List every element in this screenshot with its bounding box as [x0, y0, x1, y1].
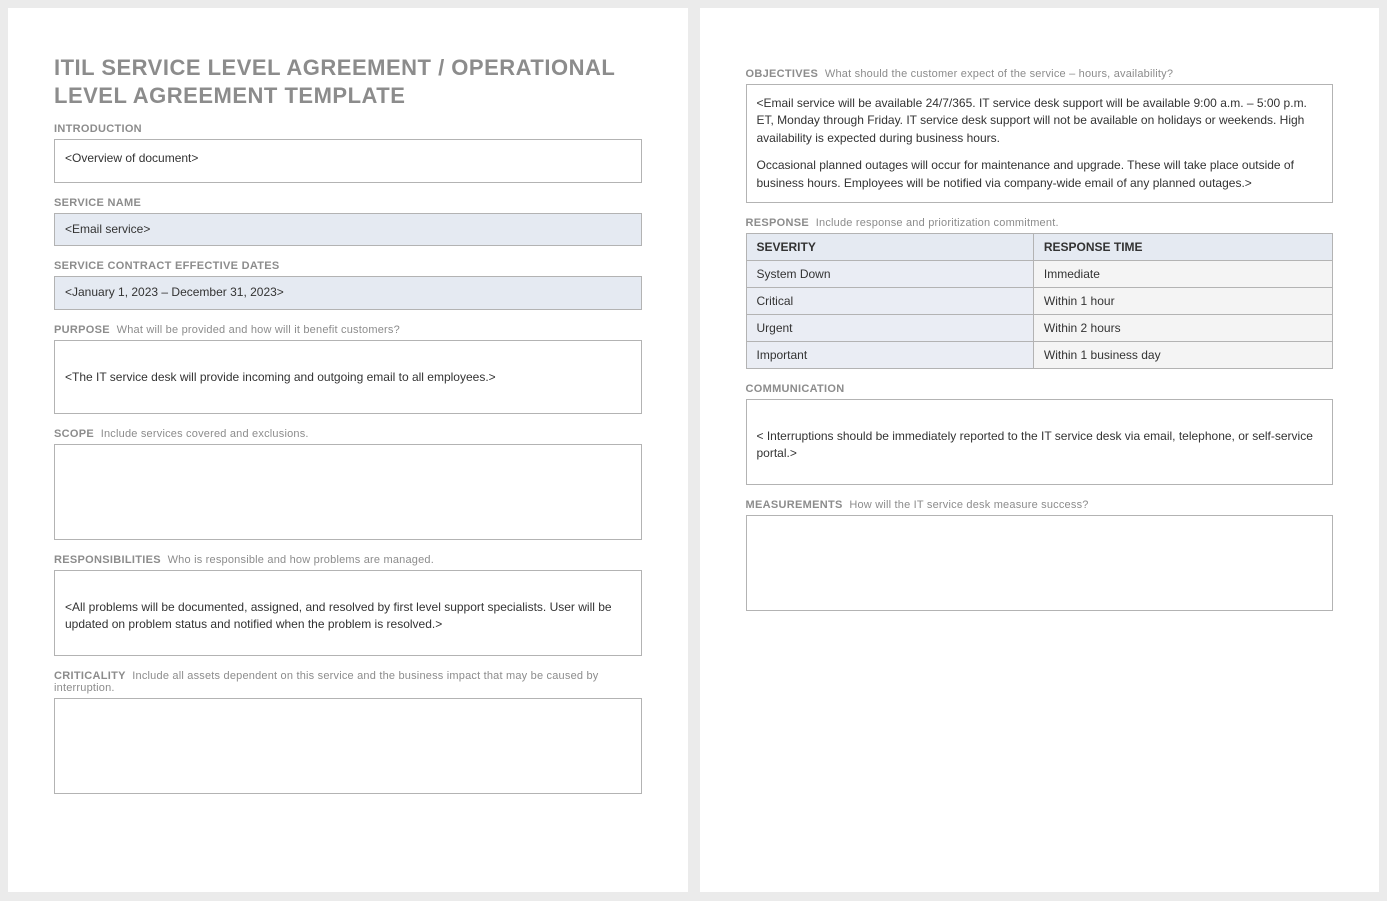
field-service-name[interactable]: <Email service>	[54, 213, 642, 246]
label-service-name: SERVICE NAME	[54, 197, 642, 209]
field-dates[interactable]: <January 1, 2023 – December 31, 2023>	[54, 276, 642, 309]
spacer	[757, 147, 1323, 157]
hint-measurements: How will the IT service desk measure suc…	[849, 499, 1088, 511]
label-objectives: OBJECTIVES What should the customer expe…	[746, 68, 1334, 80]
label-responsibilities: RESPONSIBILITIES Who is responsible and …	[54, 554, 642, 566]
cell-time: Immediate	[1033, 260, 1332, 287]
label-scope: SCOPE Include services covered and exclu…	[54, 428, 642, 440]
objectives-para2: Occasional planned outages will occur fo…	[757, 157, 1323, 192]
table-row: Urgent Within 2 hours	[746, 314, 1333, 341]
hint-scope: Include services covered and exclusions.	[101, 428, 309, 440]
label-purpose: PURPOSE What will be provided and how wi…	[54, 324, 642, 336]
hint-purpose: What will be provided and how will it be…	[117, 324, 400, 336]
cell-severity: Urgent	[746, 314, 1033, 341]
field-purpose[interactable]: <The IT service desk will provide incomi…	[54, 340, 642, 414]
hint-responsibilities: Who is responsible and how problems are …	[168, 554, 434, 566]
cell-severity: Critical	[746, 287, 1033, 314]
hint-response: Include response and prioritization comm…	[816, 217, 1059, 229]
label-scope-text: SCOPE	[54, 428, 94, 440]
page-left: ITIL SERVICE LEVEL AGREEMENT / OPERATION…	[8, 8, 688, 892]
field-responsibilities[interactable]: <All problems will be documented, assign…	[54, 570, 642, 656]
field-measurements[interactable]	[746, 515, 1334, 611]
field-scope[interactable]	[54, 444, 642, 540]
label-dates: SERVICE CONTRACT EFFECTIVE DATES	[54, 260, 642, 272]
cell-severity: System Down	[746, 260, 1033, 287]
objectives-para1: <Email service will be available 24/7/36…	[757, 95, 1323, 147]
label-response-text: RESPONSE	[746, 217, 810, 229]
label-criticality: CRITICALITY Include all assets dependent…	[54, 670, 642, 694]
header-response-time: RESPONSE TIME	[1033, 233, 1332, 260]
hint-objectives: What should the customer expect of the s…	[825, 68, 1173, 80]
table-row: System Down Immediate	[746, 260, 1333, 287]
label-purpose-text: PURPOSE	[54, 324, 110, 336]
page-right: OBJECTIVES What should the customer expe…	[700, 8, 1380, 892]
response-table: SEVERITY RESPONSE TIME System Down Immed…	[746, 233, 1334, 369]
label-communication: COMMUNICATION	[746, 383, 1334, 395]
table-row: Critical Within 1 hour	[746, 287, 1333, 314]
table-header-row: SEVERITY RESPONSE TIME	[746, 233, 1333, 260]
label-responsibilities-text: RESPONSIBILITIES	[54, 554, 161, 566]
hint-criticality: Include all assets dependent on this ser…	[54, 670, 598, 694]
table-row: Important Within 1 business day	[746, 341, 1333, 368]
field-criticality[interactable]	[54, 698, 642, 794]
cell-time: Within 1 business day	[1033, 341, 1332, 368]
label-introduction: INTRODUCTION	[54, 123, 642, 135]
label-response: RESPONSE Include response and prioritiza…	[746, 217, 1334, 229]
label-criticality-text: CRITICALITY	[54, 670, 126, 682]
cell-severity: Important	[746, 341, 1033, 368]
label-objectives-text: OBJECTIVES	[746, 68, 819, 80]
field-objectives[interactable]: <Email service will be available 24/7/36…	[746, 84, 1334, 203]
label-measurements-text: MEASUREMENTS	[746, 499, 843, 511]
cell-time: Within 1 hour	[1033, 287, 1332, 314]
document-title: ITIL SERVICE LEVEL AGREEMENT / OPERATION…	[54, 54, 642, 109]
field-communication[interactable]: < Interruptions should be immediately re…	[746, 399, 1334, 485]
header-severity: SEVERITY	[746, 233, 1033, 260]
field-introduction[interactable]: <Overview of document>	[54, 139, 642, 183]
cell-time: Within 2 hours	[1033, 314, 1332, 341]
label-measurements: MEASUREMENTS How will the IT service des…	[746, 499, 1334, 511]
